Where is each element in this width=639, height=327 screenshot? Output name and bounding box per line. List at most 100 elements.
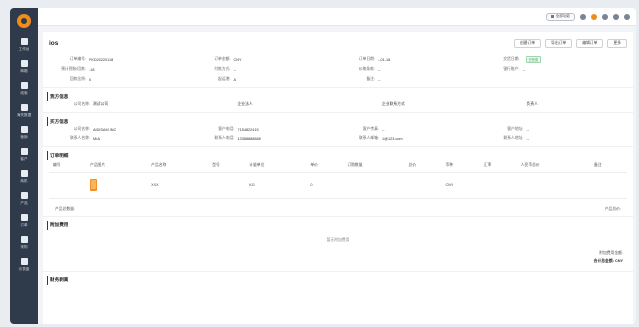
column-header: 汇率 xyxy=(479,160,517,173)
sidebar-nav: 工作台邮箱线索海关数据营销客户商机产品订单采购仪表盘 xyxy=(10,34,38,276)
table-cell: CNY xyxy=(441,172,480,199)
column-header: 编号 xyxy=(49,160,86,173)
table-cell xyxy=(343,172,405,199)
message-icon[interactable] xyxy=(602,13,608,20)
column-header: 总价 xyxy=(404,160,442,173)
section-title: 我方信息 xyxy=(47,92,627,101)
sidebar-item-label: 工作台 xyxy=(18,46,30,51)
action-button-0[interactable]: 创建订单 xyxy=(513,38,542,48)
order-icon xyxy=(20,214,28,222)
sidebar-item-5[interactable]: 客户 xyxy=(10,144,38,166)
table-cell xyxy=(479,172,517,199)
app-window: 工作台邮箱线索海关数据营销客户商机产品订单采购仪表盘 全部功能 ios 创建订单… xyxy=(10,8,636,324)
marketing-icon xyxy=(20,126,28,134)
all-functions-button[interactable]: 全部功能 xyxy=(545,12,575,21)
user-icon[interactable] xyxy=(624,13,630,20)
empty-state: 暂无附加费用 xyxy=(326,237,350,242)
section-title: 订单明细 xyxy=(47,151,627,160)
customer-icon xyxy=(20,148,28,156)
grand-total: 合计总金额: CNY xyxy=(593,258,623,263)
fee-amount: 附加费用金额: xyxy=(599,250,623,255)
field: 企业法人 xyxy=(237,102,253,106)
table-cell: XXX xyxy=(147,172,209,199)
sidebar-item-3[interactable]: 海关数据 xyxy=(10,100,38,122)
status-badge: 已完成 xyxy=(525,56,542,63)
sidebar-item-label: 营销 xyxy=(20,134,28,139)
notification-icon[interactable] xyxy=(591,13,597,20)
sidebar-item-label: 线索 xyxy=(20,90,28,95)
column-header: 计量单位 xyxy=(245,160,307,173)
product-icon xyxy=(20,192,28,200)
top-bar: 全部功能 xyxy=(38,8,636,26)
sidebar-item-4[interactable]: 营销 xyxy=(10,122,38,144)
field: 客户地址: -- xyxy=(507,127,530,132)
sidebar-item-label: 仪表盘 xyxy=(18,266,30,271)
column-header: 币种 xyxy=(441,160,480,173)
sidebar: 工作台邮箱线索海关数据营销客户商机产品订单采购仪表盘 xyxy=(10,8,38,324)
field: 客户电话: 7154822415 xyxy=(218,127,259,132)
sidebar-item-2[interactable]: 线索 xyxy=(10,78,38,100)
total-price: 产品总价: xyxy=(604,206,621,211)
field: 联系人名称: M•A xyxy=(69,136,101,141)
field: 企业联系方式 xyxy=(382,102,405,106)
sidebar-item-label: 客户 xyxy=(20,156,28,161)
table-row[interactable]: XXX KG 0 CNY xyxy=(49,172,627,199)
sidebar-item-label: 商机 xyxy=(20,178,28,183)
sidebar-item-10[interactable]: 仪表盘 xyxy=(10,254,38,276)
buyer-section: 买方信息 公司名称: AIDISAM INC 客户电话: 7154822415 客户传真… xyxy=(43,117,633,142)
info-field: 备注: -- xyxy=(366,77,381,82)
section-title: 附加费用 xyxy=(47,220,627,230)
action-button-1[interactable]: 导出订单 xyxy=(545,38,573,48)
grid-icon xyxy=(550,15,554,18)
sidebar-item-8[interactable]: 订单 xyxy=(10,210,38,232)
sidebar-item-0[interactable]: 工作台 xyxy=(10,34,38,56)
table-cell xyxy=(589,172,627,199)
info-field: 订单编号: FKD20220118 xyxy=(69,57,114,62)
table-cell xyxy=(208,172,246,199)
search-icon[interactable] xyxy=(580,13,586,20)
action-button-2[interactable]: 编辑订单 xyxy=(576,38,604,48)
section-title: 财务剥离 xyxy=(47,275,627,285)
field: 客户传真: -- xyxy=(362,127,385,132)
info-field: 订单日期: --01-18 xyxy=(358,57,391,62)
finance-section: 财务剥离 xyxy=(43,275,633,285)
action-buttons: 创建订单 导出订单 编辑订单 更多 xyxy=(513,38,627,48)
field: 公司名称: 测试公司 xyxy=(73,102,109,106)
action-button-3[interactable]: 更多 xyxy=(607,38,627,48)
order-details-section: 订单明细 编号 产品图片 产品名称 型号 计量单位 单价 订购数量 总价 币种 汇率 人民币总价 备注… xyxy=(43,151,633,212)
sidebar-item-7[interactable]: 产品 xyxy=(10,188,38,210)
sidebar-item-label: 邮箱 xyxy=(20,68,28,73)
column-header: 单价 xyxy=(306,160,344,173)
sidebar-item-6[interactable]: 商机 xyxy=(10,166,38,188)
customs-icon xyxy=(20,104,28,112)
sidebar-item-label: 海关数据 xyxy=(16,112,32,117)
product-image xyxy=(89,179,97,191)
table-cell xyxy=(49,172,86,199)
app-logo[interactable] xyxy=(10,8,38,34)
info-field: 付款方式: -- xyxy=(214,67,237,72)
section-title: 买方信息 xyxy=(47,117,627,126)
sidebar-item-label: 订单 xyxy=(20,222,28,227)
info-field xyxy=(483,76,628,83)
info-field: 订单金额: CNY xyxy=(214,57,242,62)
field: 公司名称: AIDISAM INC xyxy=(73,127,117,132)
total-quantity: 产品总数量: xyxy=(55,206,76,211)
dashboard-icon xyxy=(20,258,28,266)
table-cell xyxy=(516,172,590,199)
column-header: 订购数量 xyxy=(343,160,405,173)
info-field: 银行账户: -- xyxy=(503,67,526,72)
order-detail-page: ios 创建订单 导出订单 编辑订单 更多 订单编号: FKD20220118 订单金额:… xyxy=(43,32,633,324)
opportunity-icon xyxy=(20,170,28,178)
sidebar-item-9[interactable]: 采购 xyxy=(10,232,38,254)
table-cell xyxy=(404,172,442,199)
column-header: 产品图片 xyxy=(85,160,148,173)
page-title: ios xyxy=(49,39,59,47)
table-cell xyxy=(85,172,148,199)
column-header: 型号 xyxy=(208,160,246,173)
column-header: 备注 xyxy=(589,160,627,173)
sidebar-item-1[interactable]: 邮箱 xyxy=(10,56,38,78)
help-icon[interactable] xyxy=(613,13,619,20)
field: 联系人地址: -- xyxy=(503,136,530,141)
info-field: 预计到账/回款: -18 xyxy=(61,67,95,72)
purchase-icon xyxy=(20,236,28,244)
